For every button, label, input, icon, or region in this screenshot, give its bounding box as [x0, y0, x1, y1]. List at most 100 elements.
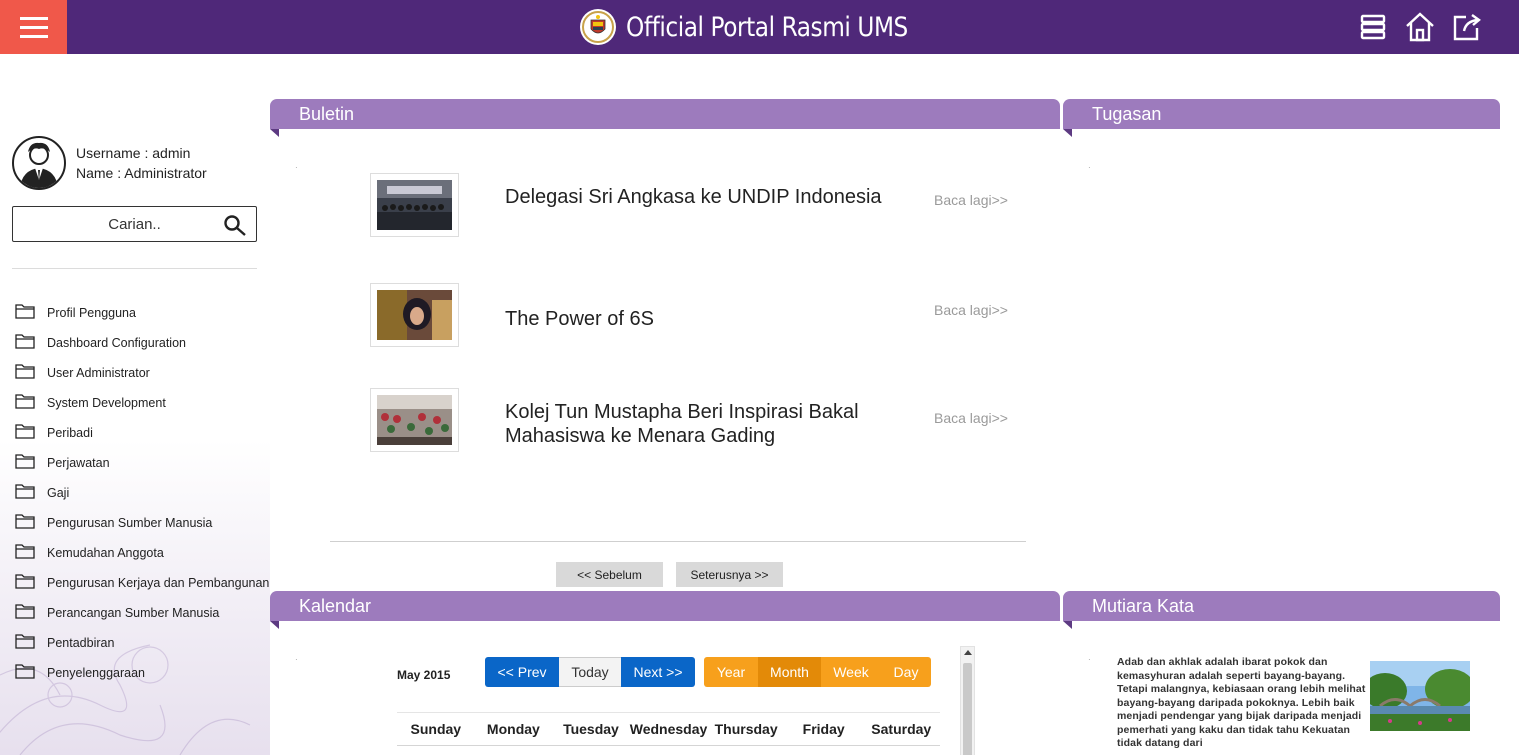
news-item: Kolej Tun Mustapha Beri Inspirasi Bakal …: [370, 388, 1030, 452]
sidebar-item-label: Pengurusan Kerjaya dan Pembangunan: [47, 576, 270, 590]
kalendar-panel: Kalendar · May 2015 << Prev Today Next >…: [270, 591, 1060, 755]
calendar-month-label: May 2015: [397, 668, 451, 682]
scroll-thumb[interactable]: [963, 663, 972, 755]
folder-icon: [15, 423, 35, 444]
menu-button[interactable]: [0, 0, 67, 54]
year-view-button[interactable]: Year: [704, 657, 758, 687]
menu-icon-line: [19, 16, 48, 20]
folder-icon: [15, 303, 35, 324]
home-icon[interactable]: [1404, 10, 1436, 44]
sidebar-item-peribadi[interactable]: Peribadi: [15, 418, 269, 448]
avatar: [12, 136, 66, 190]
sidebar-item-user-administrator[interactable]: User Administrator: [15, 358, 269, 388]
news-item: Delegasi Sri Angkasa ke UNDIP Indonesia …: [370, 173, 1030, 237]
folder-icon: [15, 663, 35, 684]
sidebar-item-kemudahan-anggota[interactable]: Kemudahan Anggota: [15, 538, 269, 568]
sidebar-item-dashboard-configuration[interactable]: Dashboard Configuration: [15, 328, 269, 358]
tugasan-panel: Tugasan ·: [1063, 99, 1500, 579]
weekday-label: Sunday: [410, 721, 462, 737]
news-title[interactable]: The Power of 6S: [505, 307, 885, 331]
share-icon[interactable]: [1451, 10, 1483, 44]
calendar-nav-group: << Prev Today Next >>: [485, 657, 695, 687]
weekday-label: Wednesday: [629, 721, 708, 737]
divider: [330, 541, 1026, 542]
panel-title: Tugasan: [1063, 99, 1500, 129]
sidebar-nav: Profil Pengguna Dashboard Configuration …: [15, 298, 269, 688]
weekday-label: Saturday: [871, 721, 932, 737]
news-image: [377, 290, 452, 340]
previous-button[interactable]: << Sebelum: [556, 562, 663, 587]
folder-icon: [15, 453, 35, 474]
sidebar-item-label: Profil Pengguna: [47, 306, 136, 320]
sidebar-item-pengurusan-kerjaya[interactable]: Pengurusan Kerjaya dan Pembangunan: [15, 568, 269, 598]
today-button[interactable]: Today: [559, 657, 621, 687]
calendar-view-group: Year Month Week Day: [704, 657, 931, 687]
username-text: Username : admin: [76, 145, 191, 161]
folder-icon: [15, 363, 35, 384]
folder-icon: [15, 543, 35, 564]
read-more-link[interactable]: Baca lagi>>: [934, 410, 1008, 426]
sidebar-item-label: Kemudahan Anggota: [47, 546, 164, 560]
sidebar-item-system-development[interactable]: System Development: [15, 388, 269, 418]
calendar-scrollbar[interactable]: [960, 646, 975, 755]
top-bar: Official Portal Rasmi UMS: [0, 0, 1519, 54]
buletin-panel: Buletin · Delegasi Sri Angkasa ke UNDIP …: [270, 99, 1060, 587]
sidebar-item-label: Dashboard Configuration: [47, 336, 186, 350]
sidebar-item-penyelenggaraan[interactable]: Penyelenggaraan: [15, 658, 269, 688]
weekday-label: Tuesday: [563, 721, 619, 737]
next-button[interactable]: Seterusnya >>: [676, 562, 783, 587]
sidebar-item-pengurusan-sumber-manusia[interactable]: Pengurusan Sumber Manusia: [15, 508, 269, 538]
calendar-grid-line: [397, 745, 940, 746]
read-more-link[interactable]: Baca lagi>>: [934, 192, 1008, 208]
news-image: [377, 180, 452, 230]
sidebar-item-label: System Development: [47, 396, 166, 410]
sidebar-item-profil-pengguna[interactable]: Profil Pengguna: [15, 298, 269, 328]
day-view-button[interactable]: Day: [881, 657, 931, 687]
menu-icon-line: [19, 25, 48, 29]
folder-icon: [15, 603, 35, 624]
sidebar-item-perancangan-sumber-manusia[interactable]: Perancangan Sumber Manusia: [15, 598, 269, 628]
calendar-weekday-header: Sunday Monday Tuesday Wednesday Thursday…: [397, 712, 940, 737]
ums-logo-icon: [580, 9, 616, 45]
search-input[interactable]: Carian..: [12, 206, 257, 242]
weekday-label: Friday: [802, 721, 845, 737]
news-thumbnail[interactable]: [370, 173, 459, 237]
news-item: The Power of 6S Baca lagi>>: [370, 283, 1030, 347]
prev-button[interactable]: << Prev: [485, 657, 559, 687]
panel-title: Buletin: [270, 99, 1060, 129]
sidebar: Username : admin Name : Administrator Ca…: [0, 54, 270, 755]
week-view-button[interactable]: Week: [821, 657, 881, 687]
scroll-up-icon[interactable]: [964, 650, 972, 655]
folder-icon: [15, 513, 35, 534]
month-view-button[interactable]: Month: [758, 657, 821, 687]
quote-text: Adab dan akhlak adalah ibarat pokok dan …: [1117, 656, 1366, 749]
folder-icon: [15, 483, 35, 504]
folder-icon: [15, 393, 35, 414]
sidebar-item-label: Perjawatan: [47, 456, 110, 470]
brand: Official Portal Rasmi UMS: [580, 8, 954, 46]
news-thumbnail[interactable]: [370, 283, 459, 347]
server-icon[interactable]: [1357, 10, 1389, 44]
folder-icon: [15, 633, 35, 654]
sidebar-item-label: Penyelenggaraan: [47, 666, 145, 680]
news-title[interactable]: Delegasi Sri Angkasa ke UNDIP Indonesia: [505, 185, 885, 209]
sidebar-item-pentadbiran[interactable]: Pentadbiran: [15, 628, 269, 658]
news-title[interactable]: Kolej Tun Mustapha Beri Inspirasi Bakal …: [505, 400, 885, 448]
news-thumbnail[interactable]: [370, 388, 459, 452]
sidebar-item-label: User Administrator: [47, 366, 150, 380]
sidebar-item-label: Peribadi: [47, 426, 93, 440]
sidebar-item-perjawatan[interactable]: Perjawatan: [15, 448, 269, 478]
menu-icon-line: [19, 34, 48, 38]
folder-icon: [15, 573, 35, 594]
search-placeholder: Carian..: [108, 215, 161, 233]
read-more-link[interactable]: Baca lagi>>: [934, 302, 1008, 318]
search-icon[interactable]: [223, 214, 247, 236]
folder-icon: [15, 333, 35, 354]
news-image: [377, 395, 452, 445]
sidebar-item-label: Pengurusan Sumber Manusia: [47, 516, 213, 530]
panel-title: Kalendar: [270, 591, 1060, 621]
name-text: Name : Administrator: [76, 165, 207, 181]
sidebar-item-gaji[interactable]: Gaji: [15, 478, 269, 508]
next-button[interactable]: Next >>: [621, 657, 695, 687]
panel-title: Mutiara Kata: [1063, 591, 1500, 621]
